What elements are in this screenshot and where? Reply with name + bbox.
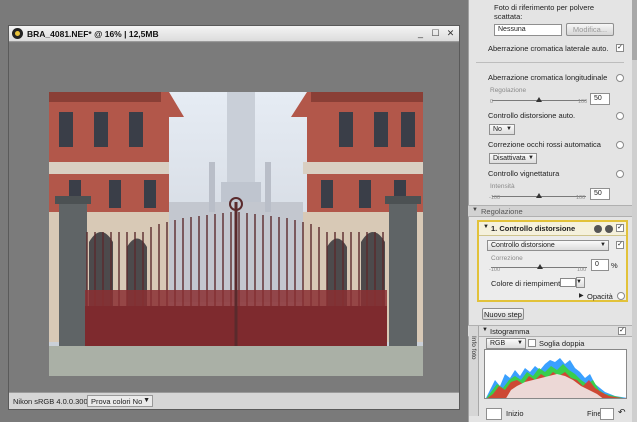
info-photo-tab-label: Info foto — [470, 336, 477, 360]
channel-select[interactable]: RGB ▼ — [486, 338, 526, 349]
vignette-sub-label: Intensità — [490, 183, 515, 190]
opacity-label: Opacità — [587, 292, 613, 301]
scrollbar-thumb[interactable] — [632, 0, 637, 60]
histogram-graph[interactable] — [484, 349, 627, 399]
info-photo-tab[interactable]: Info foto — [469, 326, 479, 416]
fill-color-label: Colore di riempimento — [491, 279, 565, 288]
reset-arrow-icon[interactable]: ↶ — [618, 407, 626, 418]
modify-button[interactable]: Modifica... — [566, 23, 614, 36]
statusbar: Nikon sRGB 4.0.0.3002 Prova colori No ▼ — [9, 392, 459, 409]
chevron-down-icon: ▼ — [143, 397, 150, 404]
divider — [476, 62, 624, 63]
step-mode-value: Controllo distorsione — [491, 242, 555, 249]
step-title: 1. Controllo distorsione — [491, 224, 576, 233]
red-eye-toggle[interactable] — [616, 141, 624, 149]
step-enable-checkbox[interactable]: ✓ — [616, 224, 624, 232]
longitudinal-aberration-toggle[interactable] — [616, 74, 624, 82]
window-title: BRA_4081.NEF* @ 16% | 12,5MB — [27, 29, 159, 39]
minimize-button[interactable]: _ — [415, 28, 426, 39]
red-eye-value: Disattivata — [493, 155, 526, 162]
close-button[interactable]: ✕ — [445, 28, 456, 39]
step-mode-select[interactable]: Controllo distorsione ▼ — [487, 240, 609, 251]
color-profile-label: Nikon sRGB 4.0.0.3002 — [13, 397, 92, 406]
vignette-toggle[interactable] — [616, 170, 624, 178]
longitudinal-value-field[interactable]: 50 — [590, 93, 610, 105]
histogram-title: Istogramma — [490, 327, 530, 336]
nikon-app-icon — [12, 28, 23, 39]
chevron-down-icon: ▼ — [576, 279, 582, 285]
gate-photo — [49, 92, 423, 376]
double-threshold-label: Soglia doppia — [539, 339, 585, 348]
reset-icon[interactable] — [594, 225, 602, 233]
regolazione-header[interactable]: ▼ Regolazione — [468, 205, 632, 217]
distortion-auto-toggle[interactable] — [616, 112, 624, 120]
window-titlebar[interactable]: BRA_4081.NEF* @ 16% | 12,5MB _ ☐ ✕ — [9, 26, 459, 42]
proof-colors-value: Prova colori No — [91, 397, 143, 406]
regolazione-label: Regolazione — [481, 207, 523, 216]
reference-photo-field[interactable]: Nessuna — [494, 24, 562, 36]
fill-color-dropdown[interactable]: ▼ — [576, 277, 585, 288]
histogram-edit-icon[interactable]: ✓ — [618, 327, 626, 335]
chevron-down-icon: ▼ — [528, 155, 534, 161]
proof-colors-select[interactable]: Prova colori No ▼ — [87, 395, 153, 407]
image-canvas[interactable] — [9, 43, 459, 392]
maximize-button[interactable]: ☐ — [430, 28, 441, 39]
photo-preview[interactable] — [49, 92, 423, 376]
distortion-step-box: ▼ 1. Controllo distorsione ✓ Controllo d… — [477, 220, 628, 302]
start-value-field[interactable] — [486, 408, 502, 420]
distortion-auto-label: Controllo distorsione auto. — [488, 111, 576, 120]
longitudinal-max: 100 — [578, 99, 588, 105]
correction-slider-thumb[interactable] — [537, 264, 543, 269]
vignette-slider-thumb[interactable] — [536, 193, 542, 198]
longitudinal-slider-thumb[interactable] — [536, 97, 542, 102]
correction-value-field[interactable]: 0 — [591, 259, 609, 271]
opacity-toggle[interactable] — [617, 292, 625, 300]
red-eye-label: Correzione occhi rossi automatica — [488, 140, 601, 149]
distortion-auto-value: No — [493, 126, 502, 133]
start-label: Inizio — [506, 409, 524, 418]
image-window: BRA_4081.NEF* @ 16% | 12,5MB _ ☐ ✕ Nikon… — [8, 25, 460, 410]
correction-max: 100 — [577, 267, 587, 273]
vignette-max: 100 — [576, 195, 586, 201]
vignette-label: Controllo vignettatura — [488, 169, 560, 178]
end-value-field[interactable] — [600, 408, 614, 420]
lateral-aberration-checkbox[interactable]: ✓ — [616, 44, 624, 52]
correction-sub-label: Correzione — [491, 255, 523, 262]
distortion-auto-select[interactable]: No ▼ — [489, 124, 515, 135]
collapse-triangle-icon: ▼ — [482, 327, 488, 333]
longitudinal-sub-label: Regolazione — [490, 87, 527, 94]
opacity-triangle-icon: ▶ — [579, 293, 584, 299]
longitudinal-min: 0 — [490, 99, 494, 105]
panel-scrollbar[interactable] — [632, 0, 637, 422]
reference-photo-label: Foto di riferimento per polvere scattata… — [494, 3, 595, 21]
chevron-down-icon: ▼ — [506, 126, 512, 132]
red-eye-select[interactable]: Disattivata ▼ — [489, 153, 537, 164]
longitudinal-aberration-label: Aberrazione cromatica longitudinale — [488, 73, 608, 82]
lateral-aberration-label: Aberrazione cromatica laterale auto. — [488, 44, 609, 53]
new-step-button[interactable]: Nuovo step — [482, 308, 524, 320]
expand-triangle-icon: ▼ — [483, 224, 489, 230]
correction-unit: % — [611, 261, 618, 270]
double-threshold-checkbox[interactable] — [528, 339, 536, 347]
step-mode-checkbox[interactable]: ✓ — [616, 241, 624, 249]
chevron-down-icon: ▼ — [517, 340, 523, 346]
histogram-plot — [486, 358, 626, 398]
chevron-down-icon: ▼ — [600, 242, 606, 248]
correction-min: -100 — [489, 267, 501, 273]
delete-icon[interactable] — [605, 225, 613, 233]
histogram-header[interactable]: ▼ Istogramma ✓ — [468, 325, 632, 337]
collapse-triangle-icon: ▼ — [472, 207, 478, 213]
step-header[interactable]: ▼ 1. Controllo distorsione ✓ — [479, 222, 626, 236]
fill-color-swatch[interactable] — [560, 278, 576, 287]
vignette-value-field[interactable]: 50 — [590, 188, 610, 200]
channel-value: RGB — [490, 340, 506, 347]
vignette-min: -100 — [489, 195, 501, 201]
